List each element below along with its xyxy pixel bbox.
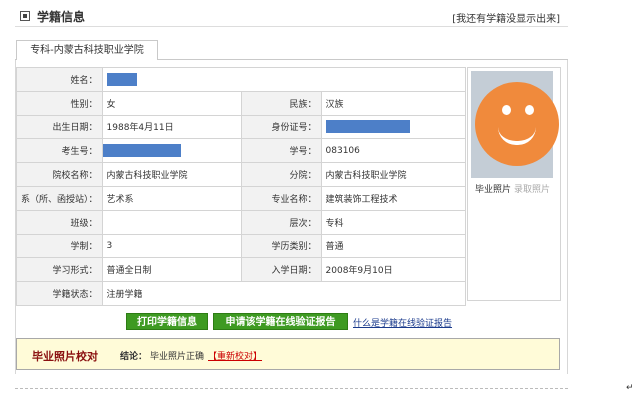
conclusion-label: 结论： <box>120 352 148 362</box>
bottom-divider <box>15 388 568 389</box>
category-value: 普通 <box>320 233 466 259</box>
what-is-verify-link[interactable]: 什么是学籍在线验证报告 <box>353 316 452 329</box>
tab-school[interactable]: 专科-内蒙古科技职业学院 <box>16 40 158 60</box>
ethnic-value: 汉族 <box>320 90 466 116</box>
table-row: 性别： 女 民族： 汉族 <box>16 90 466 116</box>
conclusion-value: 毕业照片正确 <box>150 352 205 362</box>
photo-check-title: 毕业照片校对 <box>32 350 98 363</box>
name-value <box>101 67 466 92</box>
smiley-face-icon <box>475 82 559 166</box>
smiley-eye-left <box>502 105 511 115</box>
smiley-eye-right <box>525 105 534 115</box>
major-label: 专业名称： <box>240 185 322 211</box>
years-value: 3 <box>101 233 242 259</box>
missing-record-link[interactable]: [我还有学籍没显示出来] <box>452 10 560 25</box>
graduation-photo-tab[interactable]: 毕业照片 <box>475 182 511 195</box>
header-divider <box>15 26 568 27</box>
school-value: 内蒙古科技职业学院 <box>101 162 242 187</box>
id-value <box>320 114 466 140</box>
table-row: 院校名称： 内蒙古科技职业学院 分院： 内蒙古科技职业学院 <box>16 162 466 187</box>
name-label: 姓名： <box>16 67 103 92</box>
level-value: 专科 <box>320 209 466 235</box>
level-label: 层次： <box>240 209 322 235</box>
branch-label: 分院： <box>240 162 322 187</box>
table-row: 学籍状态： 注册学籍 <box>16 281 466 306</box>
print-button[interactable]: 打印学籍信息 <box>126 313 208 330</box>
branch-value: 内蒙古科技职业学院 <box>320 162 466 187</box>
studentno-label: 学号： <box>240 138 322 164</box>
class-value <box>101 209 242 235</box>
form-value: 普通全日制 <box>101 257 242 283</box>
redacted-exam-number <box>103 144 181 158</box>
admission-photo-tab[interactable]: 录取照片 <box>514 182 550 195</box>
school-label: 院校名称： <box>16 162 103 187</box>
years-label: 学制： <box>16 233 103 259</box>
birth-value: 1988年4月11日 <box>101 114 242 140</box>
class-label: 班级： <box>16 209 103 235</box>
status-label: 学籍状态： <box>16 281 103 306</box>
table-row: 姓名： <box>16 67 466 92</box>
dept-label: 系（所、函授站）： <box>16 185 103 211</box>
form-label: 学习形式： <box>16 257 103 283</box>
status-value: 注册学籍 <box>101 281 466 306</box>
table-row: 出生日期： 1988年4月11日 身份证号： <box>16 114 466 140</box>
table-row: 系（所、函授站）： 艺术系 专业名称： 建筑装饰工程技术 <box>16 185 466 211</box>
table-row: 学习形式： 普通全日制 入学日期： 2008年9月10日 <box>16 257 466 283</box>
gender-value: 女 <box>101 90 242 116</box>
gender-label: 性别： <box>16 90 103 116</box>
return-mark-icon: ↵ <box>626 383 634 393</box>
exam-label: 考生号： <box>16 138 103 164</box>
redacted-name <box>106 72 137 86</box>
enroll-label: 入学日期： <box>240 257 322 283</box>
studentno-value: 083106 <box>320 138 466 164</box>
enroll-value: 2008年9月10日 <box>320 257 466 283</box>
table-row: 考生号： 学号： 083106 <box>16 138 466 164</box>
student-info-table: 姓名： 性别： 女 民族： 汉族 出生日期： 1988年4月11日 身份证号： … <box>16 67 466 306</box>
recheck-link[interactable]: 【重新校对】 <box>208 349 262 362</box>
table-row: 学制： 3 学历类别： 普通 <box>16 233 466 259</box>
section-icon <box>20 11 30 21</box>
table-row: 班级： 层次： 专科 <box>16 209 466 235</box>
verify-report-button[interactable]: 申请该学籍在线验证报告 <box>213 313 348 330</box>
page-title: 学籍信息 <box>37 10 86 24</box>
dept-value: 艺术系 <box>101 185 242 211</box>
id-label: 身份证号： <box>240 114 322 140</box>
ethnic-label: 民族： <box>240 90 322 116</box>
major-value: 建筑装饰工程技术 <box>320 185 466 211</box>
birth-label: 出生日期： <box>16 114 103 140</box>
category-label: 学历类别： <box>240 233 322 259</box>
redacted-id <box>325 120 410 134</box>
exam-value <box>101 138 242 164</box>
